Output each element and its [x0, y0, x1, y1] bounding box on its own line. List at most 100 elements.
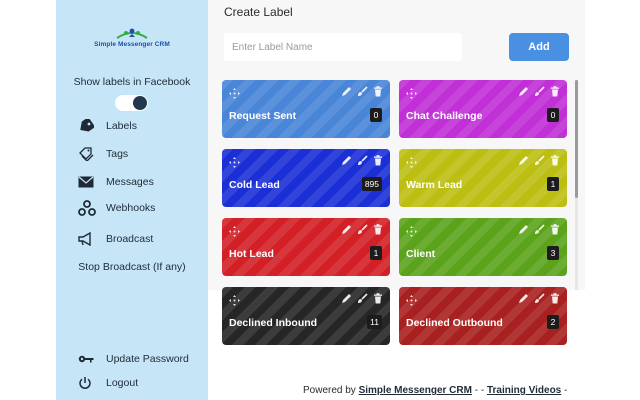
nav-stop-broadcast[interactable]: Stop Broadcast (If any) [56, 258, 208, 276]
megaphone-icon [78, 231, 98, 247]
footer-training-link[interactable]: Training Videos [487, 385, 561, 396]
color-brush-icon[interactable] [356, 85, 368, 97]
tag-icon [78, 118, 98, 134]
drag-handle-icon[interactable] [229, 293, 240, 306]
add-label-button[interactable]: Add [509, 33, 569, 61]
nav-messages-text: Messages [106, 176, 154, 188]
webhook-icon [78, 200, 98, 216]
card-actions [517, 292, 561, 304]
drag-handle-icon[interactable] [406, 293, 417, 306]
card-actions [517, 223, 561, 235]
label-card[interactable]: Declined Outbound 2 [399, 287, 567, 345]
edit-icon[interactable] [517, 154, 529, 166]
logo-icon [116, 28, 148, 39]
scrollbar-thumb[interactable] [575, 80, 578, 198]
footer-crm-link[interactable]: Simple Messenger CRM [359, 385, 472, 396]
delete-icon[interactable] [372, 154, 384, 166]
label-card[interactable]: Chat Challenge 0 [399, 80, 567, 138]
color-brush-icon[interactable] [533, 292, 545, 304]
label-name-input[interactable] [224, 33, 462, 61]
label-name: Hot Lead [229, 248, 274, 260]
nav-labels[interactable]: Labels [78, 117, 137, 135]
edit-icon[interactable] [340, 85, 352, 97]
label-name: Request Sent [229, 110, 297, 122]
page-title: Create Label [224, 5, 293, 19]
card-actions [517, 154, 561, 166]
drag-handle-icon[interactable] [406, 86, 417, 99]
nav-tags[interactable]: Tags [78, 145, 128, 163]
delete-icon[interactable] [372, 292, 384, 304]
color-brush-icon[interactable] [356, 292, 368, 304]
tags-icon [78, 146, 98, 162]
label-count-badge: 0 [547, 108, 559, 122]
delete-icon[interactable] [372, 223, 384, 235]
label-name: Warm Lead [406, 179, 463, 191]
label-count-badge: 895 [361, 177, 382, 191]
drag-handle-icon[interactable] [229, 155, 240, 168]
label-card[interactable]: Warm Lead 1 [399, 149, 567, 207]
nav-webhooks[interactable]: Webhooks [78, 199, 155, 217]
edit-icon[interactable] [340, 223, 352, 235]
label-name: Cold Lead [229, 179, 280, 191]
footer: Powered by Simple Messenger CRM - - Trai… [303, 385, 567, 396]
nav-tags-text: Tags [106, 148, 129, 160]
drag-handle-icon[interactable] [406, 155, 417, 168]
sidebar: Simple Messenger CRM Show labels in Face… [56, 0, 208, 400]
color-brush-icon[interactable] [356, 154, 368, 166]
color-brush-icon[interactable] [533, 85, 545, 97]
card-actions [517, 85, 561, 97]
nav-logout[interactable]: Logout [78, 374, 138, 392]
edit-icon[interactable] [517, 85, 529, 97]
drag-handle-icon[interactable] [229, 86, 240, 99]
edit-icon[interactable] [340, 154, 352, 166]
app-frame: Simple Messenger CRM Show labels in Face… [0, 0, 640, 400]
nav-update-password-text: Update Password [106, 353, 189, 365]
toggle-knob [133, 96, 147, 110]
card-actions [340, 292, 384, 304]
label-count-badge: 1 [547, 177, 559, 191]
logo-text: Simple Messenger CRM [94, 41, 170, 48]
label-card[interactable]: Client 3 [399, 218, 567, 276]
card-actions [340, 85, 384, 97]
label-count-badge: 3 [547, 246, 559, 260]
envelope-icon [78, 174, 98, 190]
label-card[interactable]: Declined Inbound 11 [222, 287, 390, 345]
card-actions [340, 223, 384, 235]
show-labels-text: Show labels in Facebook [73, 76, 191, 88]
delete-icon[interactable] [549, 154, 561, 166]
footer-powered-by: Powered by [303, 385, 356, 396]
nav-labels-text: Labels [106, 120, 137, 132]
edit-icon[interactable] [340, 292, 352, 304]
label-name: Declined Outbound [406, 317, 503, 329]
nav-broadcast[interactable]: Broadcast [78, 230, 153, 248]
label-name: Chat Challenge [406, 110, 483, 122]
label-card[interactable]: Hot Lead 1 [222, 218, 390, 276]
nav-logout-text: Logout [106, 377, 139, 389]
drag-handle-icon[interactable] [229, 224, 240, 237]
label-count-badge: 2 [547, 315, 559, 329]
show-labels-toggle[interactable] [115, 95, 148, 111]
key-icon [78, 351, 98, 367]
logo: Simple Messenger CRM [78, 26, 186, 52]
power-icon [78, 375, 98, 391]
edit-icon[interactable] [517, 292, 529, 304]
label-name: Client [406, 248, 436, 260]
card-actions [340, 154, 384, 166]
color-brush-icon[interactable] [356, 223, 368, 235]
delete-icon[interactable] [372, 85, 384, 97]
drag-handle-icon[interactable] [406, 224, 417, 237]
nav-messages[interactable]: Messages [78, 173, 154, 191]
color-brush-icon[interactable] [533, 223, 545, 235]
delete-icon[interactable] [549, 223, 561, 235]
color-brush-icon[interactable] [533, 154, 545, 166]
edit-icon[interactable] [517, 223, 529, 235]
delete-icon[interactable] [549, 292, 561, 304]
label-name: Declined Inbound [229, 317, 318, 329]
footer-separator-end: - [561, 385, 568, 396]
footer-separator: - - [471, 385, 487, 396]
delete-icon[interactable] [549, 85, 561, 97]
nav-update-password[interactable]: Update Password [78, 350, 189, 368]
label-card[interactable]: Cold Lead 895 [222, 149, 390, 207]
label-count-badge: 0 [370, 108, 382, 122]
label-card[interactable]: Request Sent 0 [222, 80, 390, 138]
